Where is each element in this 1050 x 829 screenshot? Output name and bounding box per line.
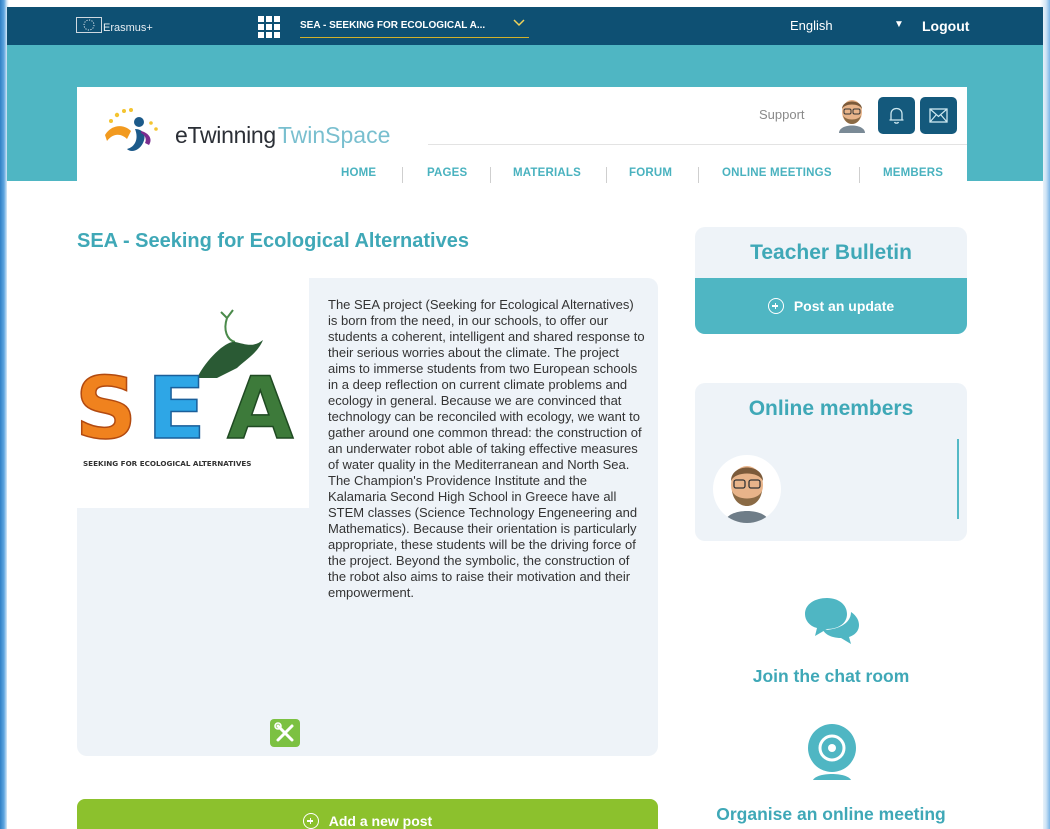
sea-letter-e: E <box>147 359 206 459</box>
add-post-button[interactable]: Add a new post <box>77 799 658 829</box>
nav-divider <box>859 167 860 183</box>
etwinning-logo-icon <box>105 108 158 151</box>
header-divider <box>428 144 967 145</box>
sea-letter-a: A <box>227 359 294 459</box>
apps-grid-icon[interactable] <box>258 16 280 38</box>
user-avatar[interactable] <box>833 95 871 133</box>
logo-twinspace-text: TwinSpace <box>277 122 391 148</box>
notifications-button[interactable] <box>878 97 915 134</box>
sea-image-caption: SEEKING FOR ECOLOGICAL ALTERNATIVES <box>83 459 251 468</box>
nav-divider <box>698 167 699 183</box>
nav-divider <box>606 167 607 183</box>
bell-icon <box>889 107 904 124</box>
nav-members[interactable]: MEMBERS <box>883 167 943 179</box>
twinspace-selector[interactable]: SEA - SEEKING FOR ECOLOGICAL A... <box>300 16 529 38</box>
page-title: SEA - Seeking for Ecological Alternative… <box>77 230 469 252</box>
chevron-down-icon <box>513 16 525 36</box>
nav-forum[interactable]: FORUM <box>629 167 672 179</box>
webcam-icon[interactable] <box>803 722 861 788</box>
online-members-card: Online members <box>695 383 967 541</box>
plus-circle-icon <box>767 298 784 314</box>
header-band: eTwinningTwinSpace Support HOME PAGES MA… <box>7 45 1043 199</box>
plus-circle-icon <box>302 813 319 829</box>
nav-divider <box>490 167 491 183</box>
etwinning-logo[interactable]: eTwinningTwinSpace <box>97 105 397 157</box>
logo-etwinning-text: eTwinning <box>175 122 276 148</box>
twinspace-page: Erasmus+ SEA - SEEKING FOR ECOLOGICAL A.… <box>7 7 1043 829</box>
nav-divider <box>402 167 403 183</box>
add-post-label: Add a new post <box>77 813 658 829</box>
nav-materials[interactable]: MATERIALS <box>513 167 581 179</box>
teacher-bulletin-card: Teacher Bulletin Post an update <box>695 227 967 334</box>
post-update-label: Post an update <box>695 298 967 314</box>
tools-icon[interactable] <box>270 719 300 747</box>
teacher-bulletin-title: Teacher Bulletin <box>750 241 912 264</box>
mail-icon <box>929 108 948 123</box>
post-update-button[interactable]: Post an update <box>695 278 967 334</box>
online-members-title: Online members <box>748 397 914 420</box>
erasmus-label: Erasmus+ <box>103 22 153 34</box>
organise-meeting-link[interactable]: Organise an online meeting <box>695 804 967 825</box>
sea-letter-s: S <box>77 359 137 459</box>
twinspace-selector-label: SEA - SEEKING FOR ECOLOGICAL A... <box>300 20 486 31</box>
online-members-scrollbar[interactable] <box>957 439 959 519</box>
header-card: eTwinningTwinSpace Support HOME PAGES MA… <box>77 87 967 199</box>
chat-bubbles-icon[interactable] <box>801 596 861 646</box>
support-link[interactable]: Support <box>759 107 805 122</box>
logout-link[interactable]: Logout <box>922 18 969 34</box>
messages-button[interactable] <box>920 97 957 134</box>
nav-pages[interactable]: PAGES <box>427 167 467 179</box>
sea-project-logo-image: S E A SEEKING FOR ECOLOGICAL ALTERNATIVE… <box>74 278 309 508</box>
nav-home[interactable]: HOME <box>341 167 376 179</box>
join-chat-room-link[interactable]: Join the chat room <box>695 666 967 687</box>
project-description: The SEA project (Seeking for Ecological … <box>328 297 645 600</box>
language-selector[interactable]: English <box>790 18 833 33</box>
online-member-avatar[interactable] <box>713 455 781 523</box>
top-bar: Erasmus+ SEA - SEEKING FOR ECOLOGICAL A.… <box>7 7 1043 45</box>
logo-text: eTwinningTwinSpace <box>175 122 390 149</box>
caret-down-icon[interactable]: ▼ <box>894 19 904 30</box>
eu-flag-icon <box>76 17 102 33</box>
nav-online-meetings[interactable]: ONLINE MEETINGS <box>722 167 832 179</box>
